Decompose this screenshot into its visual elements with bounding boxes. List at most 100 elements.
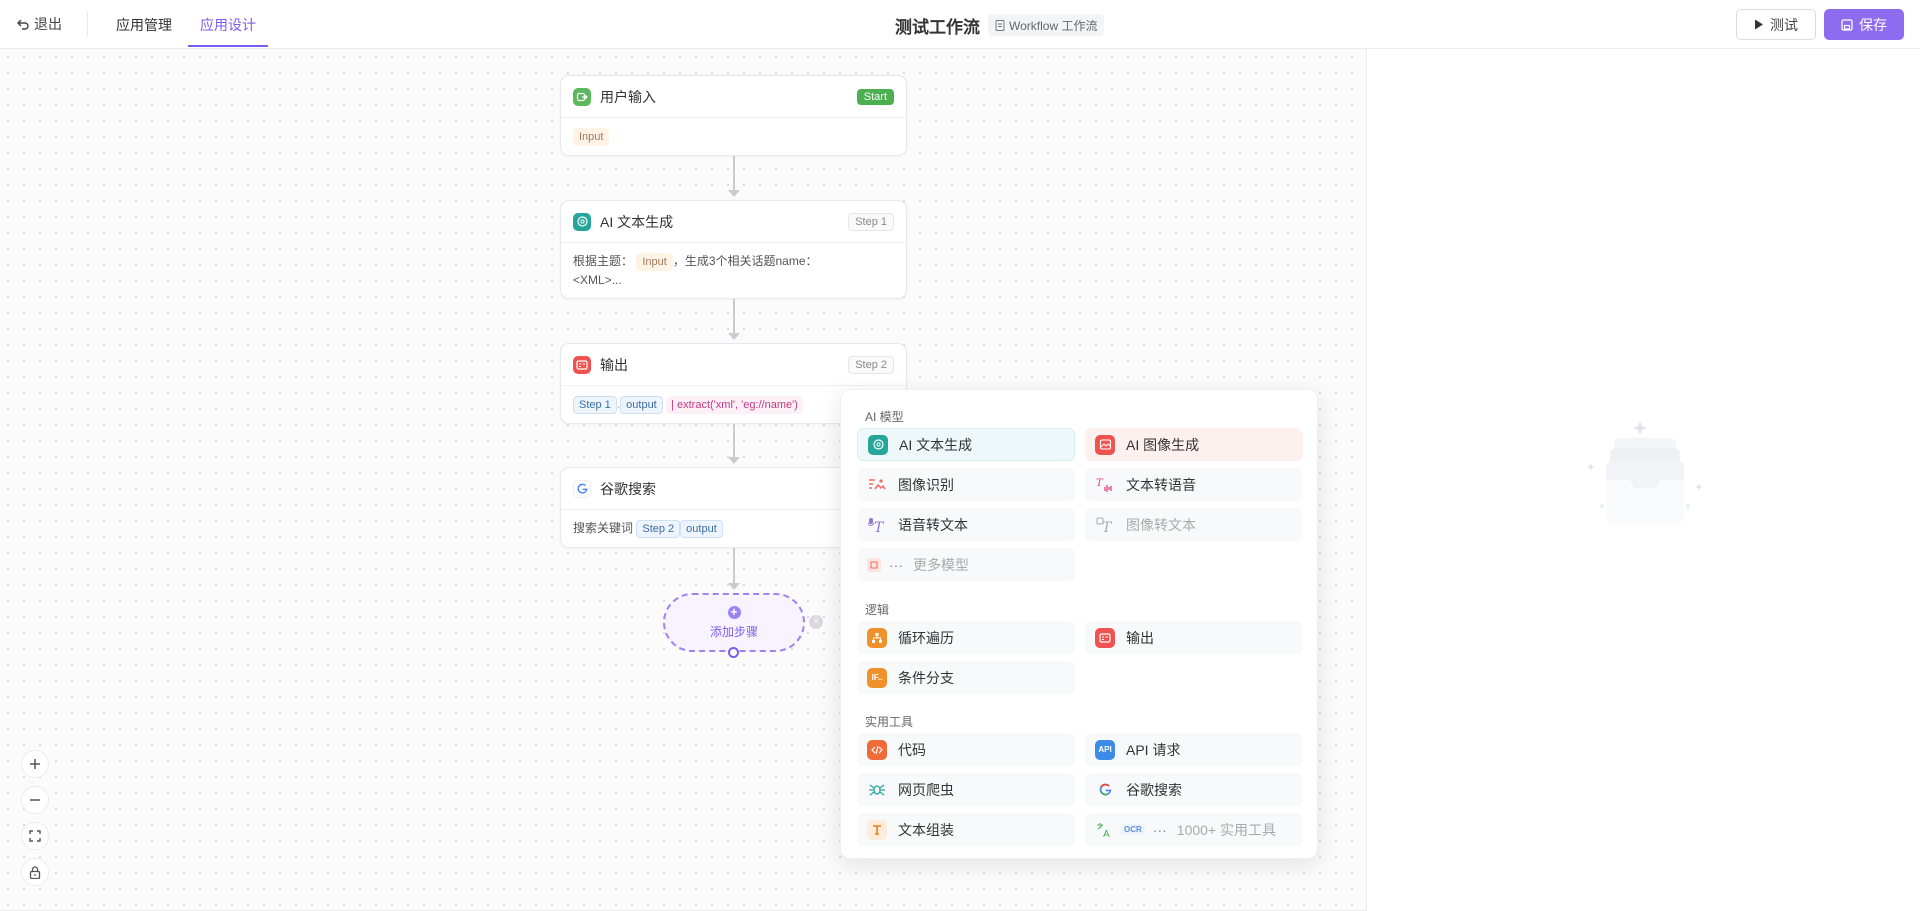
- menu-item-label: 循环遍历: [898, 629, 954, 646]
- menu-item-label: AI 文本生成: [899, 436, 973, 453]
- menu-item-web-crawler[interactable]: 网页爬虫: [857, 773, 1075, 806]
- tab-app-management[interactable]: 应用管理: [116, 15, 172, 35]
- menu-item-google-search[interactable]: 谷歌搜索: [1085, 773, 1303, 806]
- menu-item-label: API 请求: [1126, 741, 1181, 758]
- test-button[interactable]: 测试: [1736, 9, 1816, 40]
- exit-button[interactable]: 退出: [16, 14, 62, 34]
- more-dots: ···: [1152, 821, 1167, 838]
- input-variable-tag: Input: [636, 253, 673, 271]
- edge-connector: [733, 548, 735, 584]
- zoom-out-button[interactable]: [21, 786, 49, 814]
- edge-arrow: [728, 583, 740, 590]
- menu-item-label: 文本组装: [898, 821, 954, 838]
- menu-item-ai-text-generation[interactable]: AI 文本生成: [857, 428, 1075, 461]
- text-to-speech-icon: T: [1095, 475, 1115, 495]
- node-header: AI 文本生成 Step 1: [561, 201, 906, 243]
- menu-item-loop[interactable]: 循环遍历: [857, 621, 1075, 654]
- menu-item-text-assembly[interactable]: 文本组装: [857, 813, 1075, 846]
- menu-item-image-recognition[interactable]: 图像识别: [857, 468, 1075, 501]
- openai-icon: [868, 434, 888, 455]
- node-title: AI 文本生成: [600, 213, 674, 230]
- menu-item-condition[interactable]: IF.. 条件分支: [857, 661, 1075, 694]
- node-header: 用户输入 Start: [561, 76, 906, 118]
- lock-button[interactable]: [21, 858, 49, 886]
- menu-item-label: AI 图像生成: [1126, 436, 1200, 453]
- node-body: Input: [561, 118, 906, 155]
- add-step-button[interactable]: + 添加步骤: [663, 593, 805, 652]
- menu-item-image-to-text[interactable]: T 图像转文本: [1085, 508, 1303, 541]
- google-icon: [1095, 780, 1115, 800]
- model-icon: [867, 557, 881, 572]
- edge-connector: [733, 424, 735, 458]
- menu-item-label: 条件分支: [898, 669, 954, 686]
- fit-view-icon: [29, 830, 41, 842]
- workflow-type-label: Workflow 工作流: [1009, 18, 1098, 33]
- image-recognition-icon: [867, 475, 887, 495]
- back-arrow-icon: [17, 19, 29, 30]
- node-title: 用户输入: [600, 88, 656, 105]
- section-title-utilities: 实用工具: [865, 715, 914, 729]
- edge-arrow: [728, 190, 740, 197]
- prompt-line-2: <XML>...: [573, 273, 622, 287]
- filter-expression: | extract('xml', 'eg://name'): [666, 396, 803, 414]
- tab-app-design[interactable]: 应用设计: [200, 15, 256, 35]
- save-icon: [1841, 18, 1853, 31]
- menu-item-ai-image-generation[interactable]: AI 图像生成: [1085, 428, 1303, 461]
- svg-text:T: T: [874, 520, 885, 534]
- condition-icon: IF..: [867, 667, 887, 688]
- menu-item-code[interactable]: 代码: [857, 733, 1075, 766]
- edge-arrow: [728, 333, 740, 340]
- edge-connector: [733, 156, 735, 191]
- close-icon[interactable]: ×: [809, 615, 823, 629]
- lock-icon: [29, 865, 41, 879]
- menu-item-more-models[interactable]: ··· 更多模型: [857, 548, 1075, 581]
- empty-state-illustration: [1580, 418, 1710, 538]
- spider-icon: [867, 780, 887, 800]
- menu-item-speech-to-text[interactable]: T 语音转文本: [857, 508, 1075, 541]
- openai-icon: [573, 212, 591, 231]
- page-title: 测试工作流: [895, 18, 980, 37]
- step-ref-tag: Step 2: [636, 520, 681, 538]
- step-badge: Step 1: [848, 212, 894, 231]
- node-ai-text-generation[interactable]: AI 文本生成 Step 1 根据主题： Input ，生成3个相关话题name：…: [560, 200, 907, 299]
- add-step-popup: AI 模型 AI 文本生成 AI 图像生成 图像识别 T 文本转语音 T 语音转…: [840, 389, 1318, 859]
- fit-view-button[interactable]: [21, 822, 49, 850]
- node-header: 输出 Step 2: [561, 344, 906, 386]
- input-variable-tag: Input: [573, 128, 610, 146]
- plus-icon: [30, 759, 40, 769]
- connection-handle[interactable]: [728, 647, 739, 658]
- minus-icon: [30, 799, 40, 801]
- test-label: 测试: [1770, 16, 1798, 33]
- more-dots: ···: [889, 556, 903, 573]
- loop-icon: [867, 627, 887, 648]
- exit-label: 退出: [34, 16, 62, 32]
- menu-item-output[interactable]: 输出: [1085, 621, 1303, 654]
- node-body: 根据主题： Input ，生成3个相关话题name： <XML>...: [561, 243, 906, 299]
- google-icon: [573, 479, 591, 498]
- save-button[interactable]: 保存: [1824, 9, 1904, 40]
- menu-item-more-utilities[interactable]: A OCR ··· 1000+ 实用工具: [1085, 813, 1303, 846]
- section-title-logic: 逻辑: [865, 603, 890, 617]
- edge-arrow: [728, 457, 740, 464]
- step-ref-tag: Step 1: [573, 396, 617, 414]
- menu-item-label: 图像转文本: [1126, 516, 1196, 533]
- menu-item-text-to-speech[interactable]: T 文本转语音: [1085, 468, 1303, 501]
- active-tab-indicator: [188, 45, 268, 47]
- add-step-label: 添加步骤: [709, 624, 758, 639]
- svg-text:A: A: [1103, 829, 1110, 838]
- section-title-ai-models: AI 模型: [865, 410, 904, 424]
- node-title: 输出: [600, 356, 628, 373]
- code-icon: [867, 739, 887, 760]
- menu-item-label: 更多模型: [913, 556, 969, 573]
- node-user-input[interactable]: 用户输入 Start Input: [560, 75, 907, 156]
- menu-item-label: 输出: [1126, 629, 1154, 646]
- prompt-prefix: 根据主题：: [573, 254, 634, 268]
- speech-to-text-icon: T: [867, 515, 887, 535]
- menu-item-api-request[interactable]: API API 请求: [1085, 733, 1303, 766]
- zoom-in-button[interactable]: [21, 750, 49, 778]
- output-icon: [573, 355, 591, 374]
- image-to-text-icon: T: [1095, 515, 1115, 535]
- workflow-type-badge: Workflow 工作流: [988, 14, 1105, 36]
- menu-item-label: 语音转文本: [898, 516, 968, 533]
- input-icon: [573, 87, 591, 106]
